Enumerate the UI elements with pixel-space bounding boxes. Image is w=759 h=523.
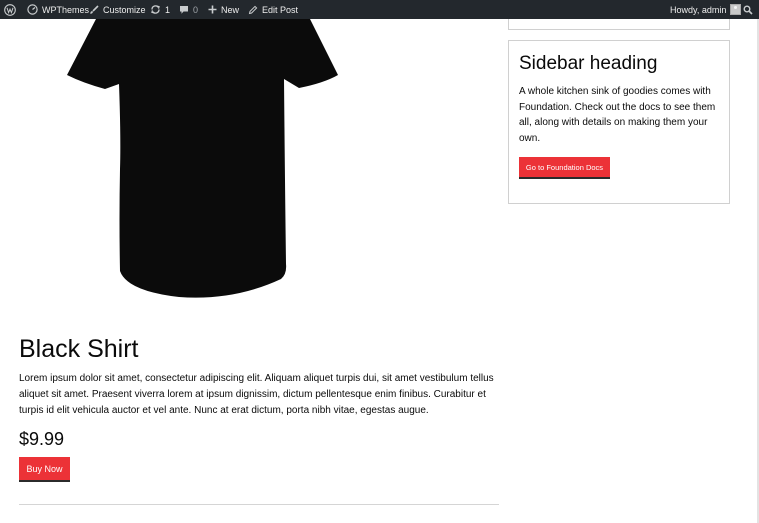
comments-link[interactable]: 0	[179, 0, 198, 19]
product-price: $9.99	[19, 429, 65, 449]
new-content-menu[interactable]: New	[208, 0, 239, 19]
howdy-label: Howdy, admin	[670, 4, 727, 15]
sidebar-text: A whole kitchen sink of goodies comes wi…	[519, 86, 716, 144]
black-tshirt-image	[67, 19, 338, 298]
sidebar-heading: Sidebar heading	[519, 53, 658, 74]
product-description: Lorem ipsum dolor sit amet, consectetur …	[19, 373, 494, 416]
search-icon	[743, 5, 753, 15]
previous-widget-bottom	[508, 19, 730, 30]
edit-post-link[interactable]: Edit Post	[248, 0, 298, 19]
comment-icon	[180, 5, 188, 14]
pencil-icon	[248, 5, 258, 14]
updates-link[interactable]: 1	[150, 0, 170, 19]
search-button[interactable]	[743, 0, 753, 19]
my-account-menu[interactable]: Howdy, admin	[670, 0, 742, 19]
buy-now-button[interactable]: Buy Now	[19, 457, 70, 482]
new-label: New	[221, 4, 240, 15]
avatar	[730, 4, 742, 15]
site-name-menu[interactable]: WPThemes	[27, 0, 89, 19]
customize-link[interactable]: Customize	[89, 0, 146, 19]
site-name-label: WPThemes	[42, 4, 90, 15]
product-title: Black Shirt	[19, 335, 139, 363]
brush-icon	[90, 4, 99, 14]
product-image	[19, 19, 381, 304]
updates-count: 1	[165, 4, 171, 15]
admin-bar: WPThemes Customize 1 0 New Edit Post How…	[0, 0, 759, 19]
site-icon	[27, 4, 38, 15]
wp-logo-menu[interactable]	[4, 0, 16, 19]
foundation-docs-button[interactable]: Go to Foundation Docs	[519, 157, 610, 179]
comments-count: 0	[193, 4, 199, 15]
customize-label: Customize	[103, 4, 146, 15]
edit-post-label: Edit Post	[262, 4, 299, 15]
updates-icon	[151, 5, 160, 14]
wordpress-icon	[4, 3, 16, 16]
content-divider	[19, 504, 499, 505]
plus-icon	[208, 5, 217, 14]
sidebar-widget: Sidebar heading A whole kitchen sink of …	[508, 40, 730, 204]
